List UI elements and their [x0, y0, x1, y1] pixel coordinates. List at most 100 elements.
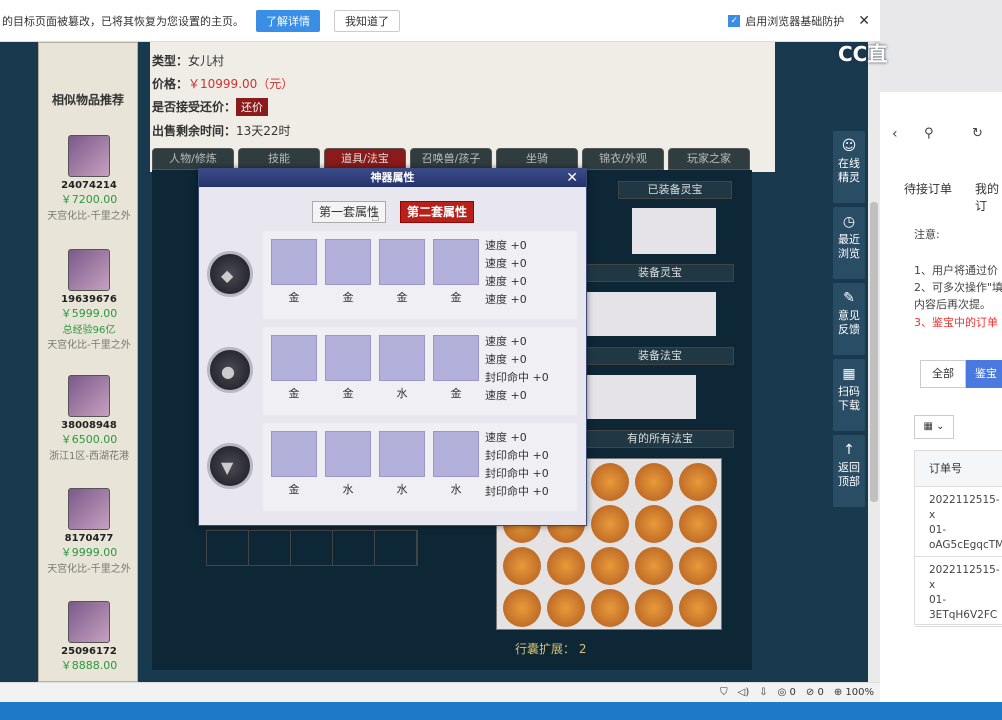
bargain-line: 是否接受还价： 还价	[152, 98, 269, 116]
order-id: 01-	[929, 594, 947, 606]
column-selector[interactable]: ▦ ⌄	[914, 415, 954, 439]
gem-slot[interactable]	[325, 239, 371, 285]
tab-items[interactable]: 道具/法宝	[324, 148, 406, 170]
filter-all-button[interactable]: 全部	[920, 360, 966, 388]
fabao-slot[interactable]	[635, 463, 673, 501]
grid-cell[interactable]	[207, 531, 249, 565]
recent-browse-button[interactable]: ◷ 最近浏览	[833, 207, 865, 279]
fabao-slot[interactable]	[591, 547, 629, 585]
checkbox-checked-icon[interactable]: ✓	[728, 14, 741, 27]
fabao-slot[interactable]	[679, 589, 717, 627]
artifact-slot-icon[interactable]: ▼	[207, 443, 253, 489]
list-item[interactable]: 25096172 ￥8888.00	[39, 601, 139, 673]
tool-label: 返回顶部	[838, 461, 860, 488]
type-label: 类型：	[152, 54, 189, 68]
table-row[interactable]: 2022112515-x 01- 3ETqH6V2FC	[915, 557, 1002, 627]
list-item[interactable]: 19639676 ￥5999.00 总经验96亿 天宫化比-千里之外	[39, 249, 139, 351]
fabao-slot[interactable]	[635, 505, 673, 543]
fabao-label: 装备法宝	[586, 347, 734, 365]
fabao-slot[interactable]	[547, 589, 585, 627]
artifact-panel: 金 金 金 金 速度 +0 速度 +0 速度 +0 速度 +0	[263, 231, 577, 319]
counter-badge[interactable]: ⊘ 0	[806, 687, 824, 698]
tab-pending-orders[interactable]: 待接订单	[904, 180, 952, 197]
table-row[interactable]: 2022112515-x 01- oAG5cEgqcTM	[915, 487, 1002, 557]
download-icon[interactable]: ⇩	[759, 687, 767, 698]
fabao-slot[interactable]	[503, 589, 541, 627]
grid-cell[interactable]	[333, 531, 375, 565]
tool-label: 扫码下载	[838, 385, 860, 412]
link-icon[interactable]: ⚲	[924, 126, 934, 141]
hand-cursor-icon: ☝	[371, 209, 380, 225]
shield-icon[interactable]: ⛉	[720, 687, 728, 698]
tab-my-orders[interactable]: 我的订	[975, 180, 1002, 214]
filter-appraisal-button[interactable]: 鉴宝	[966, 360, 1002, 388]
grid-cell[interactable]	[375, 531, 417, 565]
artifact-slot-icon[interactable]: ●	[207, 347, 253, 393]
gem-slot[interactable]	[271, 239, 317, 285]
fabao-slot[interactable]	[591, 589, 629, 627]
back-icon[interactable]: ‹	[892, 126, 898, 142]
gem-slot[interactable]	[325, 431, 371, 477]
avatar[interactable]	[68, 135, 110, 177]
gem-slot[interactable]	[379, 335, 425, 381]
refresh-icon[interactable]: ↻	[972, 126, 983, 141]
gem-slot[interactable]	[379, 431, 425, 477]
tab-pets[interactable]: 召唤兽/孩子	[410, 148, 492, 170]
close-notification-icon[interactable]: ✕	[858, 13, 870, 29]
avatar[interactable]	[68, 488, 110, 530]
gem-slot[interactable]	[433, 335, 479, 381]
gem-slot[interactable]	[433, 431, 479, 477]
page-scrollbar[interactable]	[868, 42, 880, 682]
gem-slot[interactable]	[433, 239, 479, 285]
fabao-slot[interactable]	[591, 505, 629, 543]
second-set-button[interactable]: 第二套属性	[400, 201, 475, 223]
grid-cell[interactable]	[291, 531, 333, 565]
fabao-box[interactable]	[586, 375, 696, 419]
bargain-badge[interactable]: 还价	[236, 98, 269, 116]
list-item[interactable]: 24074214 ￥7200.00 天宫化比-千里之外	[39, 135, 139, 222]
fabao-slot[interactable]	[591, 463, 629, 501]
avatar[interactable]	[68, 249, 110, 291]
fabao-slot[interactable]	[635, 547, 673, 585]
artifact-slot-icon[interactable]: ◆	[207, 251, 253, 297]
list-item[interactable]: 8170477 ￥9999.00 天宫化比-千里之外	[39, 488, 139, 575]
fabao-slot[interactable]	[679, 547, 717, 585]
audio-icon[interactable]: ◁)	[738, 687, 750, 698]
gem-slot[interactable]	[379, 239, 425, 285]
gem-slot[interactable]	[271, 335, 317, 381]
orders-table: 订单号 2022112515-x 01- oAG5cEgqcTM 202211251…	[914, 450, 1002, 627]
feedback-button[interactable]: ✎ 意见反馈	[833, 283, 865, 355]
item-price: ￥7200.00	[60, 193, 118, 206]
avatar[interactable]	[68, 375, 110, 417]
fabao-slot[interactable]	[503, 547, 541, 585]
fabao-slot[interactable]	[547, 547, 585, 585]
zoom-level[interactable]: ⊕ 100%	[834, 687, 874, 698]
counter-badge[interactable]: ◎ 0	[778, 687, 796, 698]
stat-line: 速度 +0	[485, 293, 527, 306]
list-item[interactable]: 38008948 ￥6500.00 浙江1区-西湖花港	[39, 375, 139, 462]
gem-slot[interactable]	[271, 431, 317, 477]
gem-label: 金	[342, 387, 354, 400]
clock-icon: ◷	[842, 214, 856, 230]
tab-home[interactable]: 玩家之家	[668, 148, 750, 170]
learn-more-button[interactable]: 了解详情	[256, 9, 320, 32]
lingbao-slots[interactable]	[632, 208, 716, 254]
gem-slot[interactable]	[325, 335, 371, 381]
fabao-slot[interactable]	[679, 505, 717, 543]
fabao-slot[interactable]	[679, 463, 717, 501]
back-to-top-button[interactable]: ↑ 返回顶部	[833, 435, 865, 507]
avatar[interactable]	[68, 601, 110, 643]
scrollbar-thumb[interactable]	[870, 202, 878, 502]
qr-download-button[interactable]: ▦ 扫码下载	[833, 359, 865, 431]
grid-cell[interactable]	[249, 531, 291, 565]
tab-mounts[interactable]: 坐骑	[496, 148, 578, 170]
protection-checkbox[interactable]: ✓ 启用浏览器基础防护	[728, 13, 844, 29]
fabao-slot[interactable]	[635, 589, 673, 627]
tab-outfits[interactable]: 锦衣/外观	[582, 148, 664, 170]
online-helper-button[interactable]: ☺ 在线精灵	[833, 131, 865, 203]
tab-character[interactable]: 人物/修炼	[152, 148, 234, 170]
lingbao-box[interactable]	[586, 292, 716, 336]
got-it-button[interactable]: 我知道了	[334, 9, 400, 32]
close-icon[interactable]: ✕	[566, 169, 578, 187]
tab-skills[interactable]: 技能	[238, 148, 320, 170]
